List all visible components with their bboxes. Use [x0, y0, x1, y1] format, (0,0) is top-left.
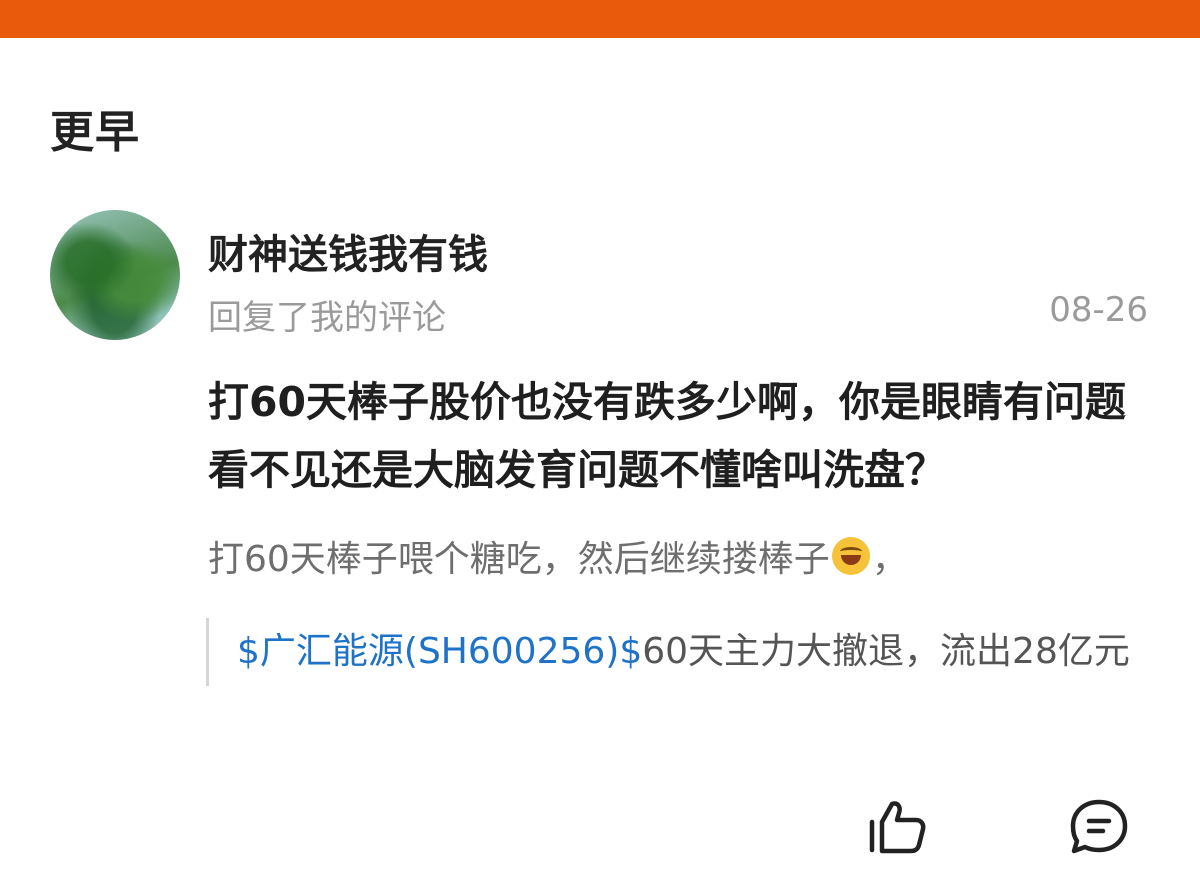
username[interactable]: 财神送钱我有钱	[208, 222, 488, 280]
quoted-post-text: 60天主力大撤退，流出28亿元	[642, 631, 1130, 672]
my-comment-tail: ，	[871, 539, 908, 580]
thumbs-up-icon	[869, 801, 926, 854]
top-navigation-bar	[0, 0, 1200, 38]
my-comment[interactable]: 打60天棒子喂个糖吃，然后继续搂棒子 ，	[208, 530, 908, 582]
comment-button[interactable]	[1068, 798, 1130, 856]
like-button[interactable]	[866, 798, 928, 856]
stock-link[interactable]: $广汇能源(SH600256)$	[237, 631, 642, 672]
notification-date: 08-26	[1049, 290, 1148, 330]
laughing-tears-emoji-icon	[831, 537, 870, 575]
notification-action: 回复了我的评论	[208, 298, 446, 338]
reply-content[interactable]: 打60天棒子股价也没有跌多少啊，你是眼睛有问题看不见还是大脑发育问题不懂啥叫洗盘…	[208, 368, 1148, 504]
my-comment-text: 打60天棒子喂个糖吃，然后继续搂棒子	[208, 539, 830, 580]
section-title: 更早	[50, 107, 140, 158]
avatar[interactable]	[50, 210, 180, 340]
comment-bubble-icon	[1070, 799, 1128, 854]
quoted-post[interactable]: $广汇能源(SH600256)$60天主力大撤退，流出28亿元	[206, 618, 1181, 686]
